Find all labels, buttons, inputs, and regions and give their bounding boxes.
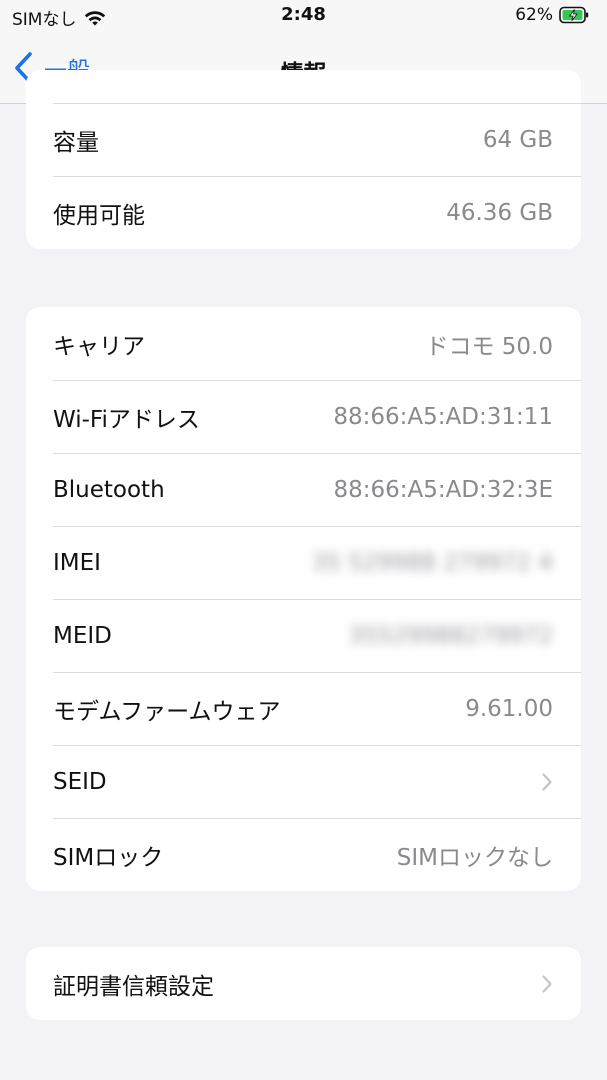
modem-firmware-label: モデムファームウェア — [53, 698, 281, 725]
available-row: 使用可能 46.36 GB — [26, 176, 581, 249]
storage-group: 容量 64 GB 使用可能 46.36 GB — [26, 70, 581, 249]
available-label: 使用可能 — [53, 202, 145, 229]
device-info-group: キャリア ドコモ 50.0 Wi-Fiアドレス 88:66:A5:AD:31:1… — [26, 307, 581, 891]
modem-firmware-row: モデムファームウェア 9.61.00 — [26, 672, 581, 745]
seid-label: SEID — [53, 768, 107, 795]
bluetooth-value: 88:66:A5:AD:32:3E — [333, 476, 553, 503]
battery-status: 62% — [515, 5, 589, 25]
bluetooth-label: Bluetooth — [53, 476, 165, 503]
wifi-address-value: 88:66:A5:AD:31:11 — [333, 403, 553, 430]
certificate-group: 証明書信頼設定 — [26, 947, 581, 1020]
capacity-row: 容量 64 GB — [26, 103, 581, 176]
clipped-row — [26, 70, 581, 103]
meid-label: MEID — [53, 622, 112, 649]
capacity-value: 64 GB — [482, 126, 553, 153]
capacity-label: 容量 — [53, 129, 99, 156]
chevron-right-icon — [542, 974, 552, 993]
bluetooth-row: Bluetooth 88:66:A5:AD:32:3E — [26, 453, 581, 526]
seid-row[interactable]: SEID — [26, 745, 581, 818]
carrier-row[interactable]: キャリア ドコモ 50.0 — [26, 307, 581, 380]
meid-row: MEID 35529988279972 — [26, 599, 581, 672]
certificate-trust-label: 証明書信頼設定 — [53, 973, 214, 1000]
wifi-address-label: Wi-Fiアドレス — [53, 406, 200, 433]
sim-lock-row: SIMロック SIMロックなし — [26, 818, 581, 891]
imei-value: 35 529988 279972 4 — [311, 549, 553, 576]
status-bar: SIMなし 2:48 62% — [0, 0, 607, 36]
certificate-trust-row[interactable]: 証明書信頼設定 — [26, 947, 581, 1020]
sim-lock-label: SIMロック — [53, 844, 164, 871]
imei-row: IMEI 35 529988 279972 4 — [26, 526, 581, 599]
meid-value: 35529988279972 — [348, 622, 553, 649]
chevron-right-icon — [542, 772, 552, 791]
carrier-row-label: キャリア — [53, 333, 145, 360]
modem-firmware-value: 9.61.00 — [465, 695, 553, 722]
sim-lock-value: SIMロックなし — [396, 844, 553, 871]
battery-charging-icon — [559, 6, 589, 24]
available-value: 46.36 GB — [446, 199, 553, 226]
wifi-address-row: Wi-Fiアドレス 88:66:A5:AD:31:11 — [26, 380, 581, 453]
carrier-row-value: ドコモ 50.0 — [425, 333, 553, 360]
battery-percent: 62% — [515, 5, 553, 25]
imei-label: IMEI — [53, 549, 101, 576]
